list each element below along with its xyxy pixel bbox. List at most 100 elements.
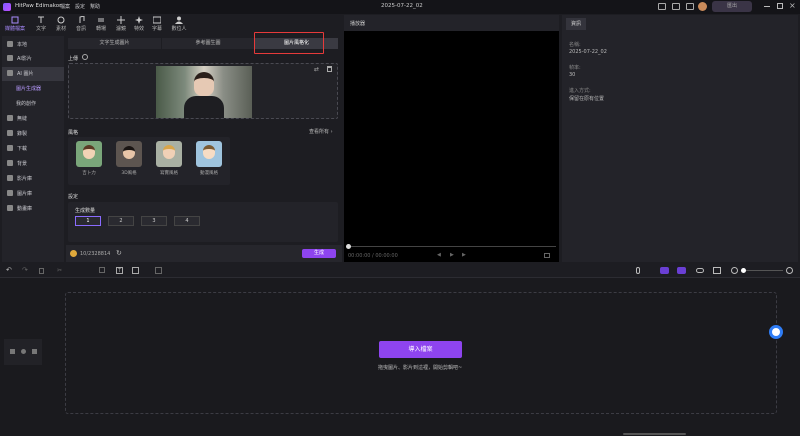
time-display: 00:00:00 / 00:00:00 [348,253,398,259]
style-3d[interactable]: 3D風格 [115,141,143,176]
tab-info[interactable]: 資訊 [566,18,586,30]
text-icon [38,16,44,23]
generate-button[interactable]: 生成 [302,249,336,258]
fullscreen-icon[interactable] [544,253,550,258]
zoom-in-icon[interactable] [786,267,793,274]
filter-icon [117,16,125,24]
project-name: 2025-07-22_02 [381,3,423,9]
minimize-icon[interactable] [764,6,770,7]
message-icon[interactable] [672,3,680,10]
replace-icon[interactable]: ⇄ [314,66,319,73]
tab-image-to-image[interactable]: 參考圖生圖 [162,38,254,49]
zoom-slider[interactable] [741,270,783,271]
count-option-1[interactable]: 1 [75,216,101,226]
refresh-icon[interactable]: ↻ [116,249,122,257]
sidebar-item-animation-library[interactable]: 動畫庫 [2,202,64,216]
menu-settings[interactable]: 設定 [75,3,85,10]
close-icon[interactable]: × [789,1,796,10]
folder-icon [7,41,13,47]
count-option-4[interactable]: 4 [174,216,200,226]
app-logo [3,3,11,11]
crop-icon[interactable] [99,267,105,273]
sidebar-item-download[interactable]: 下載 [2,142,64,156]
coin-icon [70,250,77,257]
seek-bar[interactable] [348,246,556,247]
link-icon[interactable] [677,267,686,274]
horizontal-scrollbar[interactable] [623,433,686,435]
tool-text[interactable]: 文字 [32,14,50,36]
zoom-out-icon[interactable] [731,267,738,274]
record-icon [7,130,13,136]
fps-label: 幀率: [569,65,581,71]
track-lock-icon[interactable] [10,349,15,354]
seamless-icon [7,115,13,121]
ai-video-icon [7,55,13,61]
tool-audio[interactable]: 音訊 [72,14,90,36]
tool-filter[interactable]: 濾鏡 [112,14,130,36]
sidebar-item-local[interactable]: 本地 [2,38,64,52]
style-anime[interactable]: 動漫風格 [195,141,223,176]
style-realistic[interactable]: 寫實風格 [155,141,183,176]
count-option-3[interactable]: 3 [141,216,167,226]
style-ghibli[interactable]: 吉卜力 [75,141,103,176]
track-audio-icon[interactable] [32,349,37,354]
undo-icon[interactable]: ↶ [6,266,12,274]
portrait-body [184,96,224,118]
delete-icon[interactable] [39,268,44,274]
settings-label: 設定 [68,194,79,200]
gift-icon[interactable] [686,3,694,10]
sidebar-item-video-library[interactable]: 影片庫 [2,172,64,186]
app-title: HitPaw Edimakor [15,3,62,9]
fps-value: 30 [569,72,576,78]
seek-handle[interactable] [346,244,351,249]
tool-effects[interactable]: 特效 [130,14,148,36]
tool-elements[interactable]: 素材 [52,14,70,36]
sidebar-item-background[interactable]: 背景 [2,157,64,171]
properties-panel: 資訊 名稱: 2025-07-22_02 幀率: 30 進入方式: 保留在原有位… [562,15,798,262]
export-button[interactable]: 匯出 [712,1,752,12]
play-icon[interactable]: ▶ [450,252,454,258]
trash-icon[interactable] [327,66,332,72]
track-visible-icon[interactable] [21,349,26,354]
sidebar-item-ai-video[interactable]: AI影片 [2,52,64,66]
snap-icon[interactable] [660,267,669,274]
left-sidebar: 本地 AI影片 AI 圖片 圖片生成器 我的創作 無縫 錄製 下載 背景 影片庫… [2,36,64,262]
assistant-icon[interactable] [769,325,783,339]
zoom-handle[interactable] [741,268,746,273]
tool-avatar[interactable]: 數位人 [168,14,190,36]
tool-transition[interactable]: 轉場 [92,14,110,36]
view-all-link[interactable]: 查看所有 › [309,128,333,135]
sidebar-item-image-library[interactable]: 圖片庫 [2,187,64,201]
sidebar-item-seamless[interactable]: 無縫 [2,112,64,126]
sidebar-item-my-creations[interactable]: 我的創作 [2,97,64,111]
name-value: 2025-07-22_02 [569,49,607,55]
preview-track-icon[interactable] [713,267,721,274]
import-media-button[interactable]: 導入檔案 [379,341,462,358]
menu-help[interactable]: 幫助 [90,3,100,10]
count-option-2[interactable]: 2 [108,216,134,226]
info-icon[interactable] [82,54,88,60]
export-label: 匯出 [726,3,737,9]
menu-file[interactable]: 檔案 [60,3,70,10]
text-tool-icon[interactable]: T [116,267,123,274]
speed-icon[interactable] [155,267,162,274]
sidebar-item-record[interactable]: 錄製 [2,127,64,141]
prev-frame-icon[interactable]: ◀ [437,252,441,258]
screen-icon[interactable] [658,3,666,10]
background-icon [7,160,13,166]
tab-text-to-image[interactable]: 文字生成圖片 [68,38,161,49]
redo-icon[interactable]: ↷ [22,266,28,274]
chain-icon[interactable] [696,268,704,273]
transform-icon[interactable] [132,267,139,274]
maximize-icon[interactable] [777,3,783,9]
timeline-panel: ↶ ↷ ✂ T 導入檔案 拖曳圖片、影片到這裡，開始剪輯吧~ [0,264,800,436]
next-frame-icon[interactable]: ▶ [462,252,466,258]
sidebar-item-image-generator[interactable]: 圖片生成器 [2,82,64,96]
avatar[interactable] [698,2,707,11]
upload-area[interactable]: ⇄ [68,63,338,119]
split-icon[interactable]: ✂ [57,267,62,274]
mic-icon[interactable] [636,267,640,274]
tool-subtitles[interactable]: 字幕 [148,14,166,36]
sidebar-item-ai-image[interactable]: AI 圖片 [2,67,64,81]
tool-media[interactable]: 媒體檔案 [2,14,28,36]
